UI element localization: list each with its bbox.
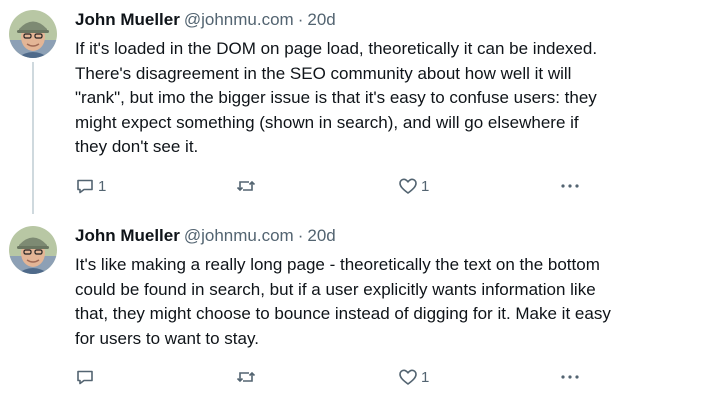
- post-header: John Mueller @johnmu.com · 20d: [75, 224, 336, 248]
- more-options-button[interactable]: [559, 174, 581, 198]
- post-actions: 1 1: [75, 174, 595, 198]
- post-text: If it's loaded in the DOM on page load, …: [75, 39, 598, 157]
- heart-icon: [398, 176, 418, 196]
- post-time[interactable]: 20d: [307, 226, 335, 245]
- repost-button[interactable]: [235, 365, 260, 389]
- reply-icon: [75, 176, 95, 196]
- like-button[interactable]: 1: [398, 365, 429, 389]
- post[interactable]: John Mueller @johnmu.com · 20d If it's load…: [0, 0, 715, 214]
- post[interactable]: John Mueller @johnmu.com · 20d It's like ma…: [0, 216, 715, 402]
- author-name[interactable]: John Mueller: [75, 10, 180, 29]
- heart-icon: [398, 367, 418, 387]
- more-icon: [559, 176, 581, 196]
- like-count: 1: [421, 177, 430, 195]
- reply-button[interactable]: 1: [75, 174, 106, 198]
- more-icon: [559, 367, 581, 387]
- repost-button[interactable]: [235, 174, 260, 198]
- reply-button[interactable]: [75, 365, 98, 389]
- post-actions: 1: [75, 365, 595, 389]
- post-header: John Mueller @johnmu.com · 20d: [75, 8, 336, 32]
- separator-dot: ·: [297, 10, 304, 29]
- thread-connector: [32, 62, 34, 214]
- repost-icon: [235, 176, 257, 196]
- author-name[interactable]: John Mueller: [75, 226, 180, 245]
- separator-dot: ·: [297, 226, 304, 245]
- reply-count: 1: [98, 177, 107, 195]
- author-handle[interactable]: @johnmu.com: [184, 226, 294, 245]
- avatar[interactable]: [9, 226, 57, 274]
- thread: John Mueller @johnmu.com · 20d If it's load…: [0, 0, 715, 402]
- avatar[interactable]: [9, 10, 57, 58]
- post-text: It's like making a really long page - th…: [75, 255, 611, 348]
- like-count: 1: [421, 368, 430, 386]
- author-handle[interactable]: @johnmu.com: [184, 10, 294, 29]
- like-button[interactable]: 1: [398, 174, 429, 198]
- repost-icon: [235, 367, 257, 387]
- post-time[interactable]: 20d: [307, 10, 335, 29]
- reply-icon: [75, 367, 95, 387]
- more-options-button[interactable]: [559, 365, 581, 389]
